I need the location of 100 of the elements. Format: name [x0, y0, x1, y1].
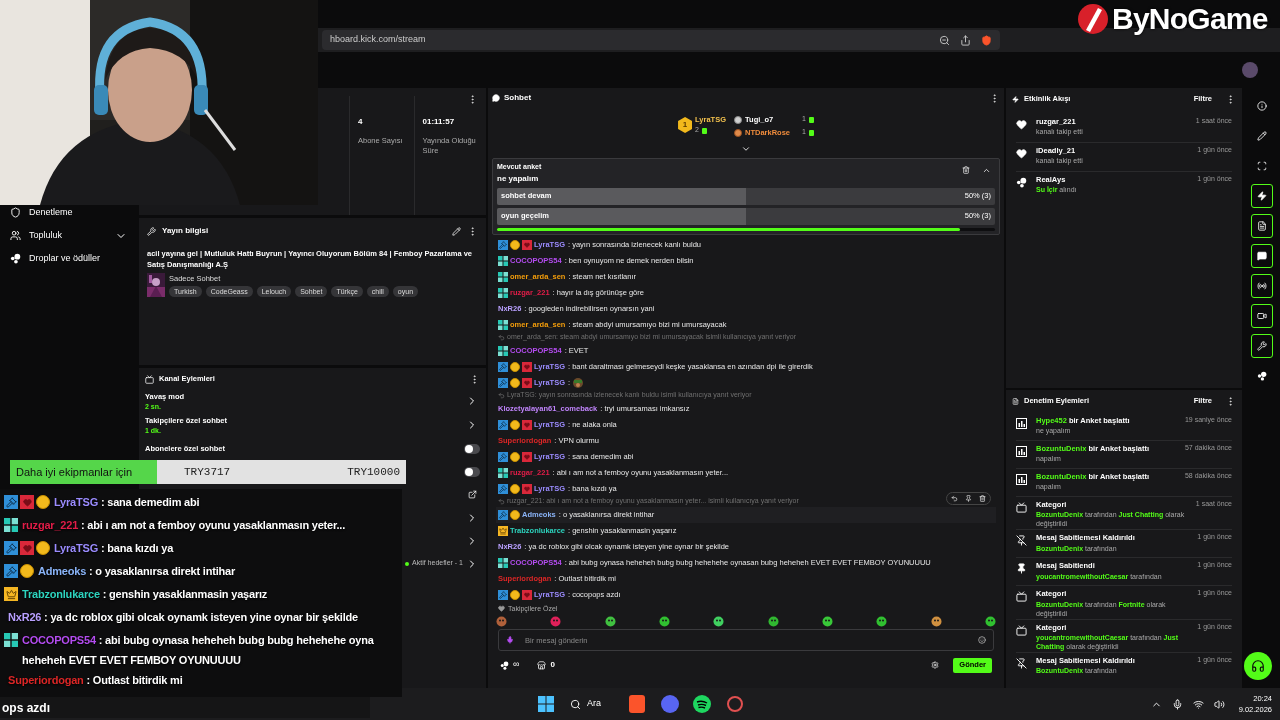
- emote-icon[interactable]: [550, 615, 562, 627]
- url-text: hboard.kick.com/stream: [330, 33, 427, 47]
- start-icon[interactable]: [538, 696, 554, 712]
- reply-arrow-icon: [498, 498, 505, 505]
- pin-icon[interactable]: [965, 495, 972, 502]
- toggle-switch[interactable]: [464, 466, 480, 477]
- hammer-badge-icon: [498, 239, 508, 250]
- emote-icon[interactable]: [876, 615, 888, 627]
- taskbar-search[interactable]: Ara: [564, 697, 607, 711]
- share-icon[interactable]: [960, 34, 971, 46]
- network-icon[interactable]: [1192, 698, 1204, 710]
- logo-icon: [1076, 2, 1110, 36]
- rail-button[interactable]: [1251, 244, 1273, 268]
- edit-icon: [1257, 131, 1267, 141]
- address-bar[interactable]: hboard.kick.com/stream: [322, 30, 1000, 50]
- emote-icon[interactable]: [930, 615, 942, 627]
- hammer-badge-icon: [4, 541, 18, 555]
- points-icon: [500, 660, 509, 670]
- focus-icon: [1257, 161, 1267, 171]
- rail-button[interactable]: [1251, 334, 1273, 358]
- reply-arrow-icon: [498, 392, 505, 399]
- coin-badge-icon: [510, 239, 520, 250]
- chat-message: LyraTSG : bana kızdı ya: [53, 541, 174, 556]
- users-icon: [10, 230, 21, 241]
- points-value: ∞: [513, 658, 520, 672]
- og-badge-icon: [498, 345, 508, 356]
- volume-icon[interactable]: [1213, 698, 1225, 710]
- coin-badge-icon: [510, 419, 520, 430]
- sidebar-item[interactable]: Droplar ve ödüller: [8, 248, 129, 269]
- chat-icon: [492, 94, 500, 102]
- chat-username: Admeoks: [38, 565, 87, 577]
- logo-text: ByNoGame: [1112, 4, 1268, 34]
- emote-icon[interactable]: [984, 615, 996, 627]
- goal-label: Daha iyi ekipmanlar için: [15, 464, 134, 480]
- coin-badge-icon: [510, 361, 520, 372]
- shield-icon: [10, 207, 21, 218]
- shield-icon[interactable]: [981, 34, 992, 46]
- support-button[interactable]: [1244, 652, 1272, 680]
- og-badge-icon: [498, 271, 508, 282]
- chat-icon: [1257, 251, 1267, 261]
- chat-message: Trabzonlukarce : genshin yasaklanmasin yaşarız: [21, 587, 268, 602]
- og-badge-icon: [498, 287, 508, 298]
- hammer-badge-icon: [498, 589, 508, 600]
- info-icon: [1257, 101, 1267, 111]
- log-icon: [1012, 397, 1019, 405]
- coin-badge-icon: [510, 509, 520, 520]
- delete-icon[interactable]: [962, 166, 970, 174]
- vip-badge-icon: [522, 377, 532, 388]
- collapse-icon[interactable]: [982, 166, 991, 175]
- stat-value: 01:11:57: [422, 116, 456, 128]
- music-app-icon[interactable]: [693, 695, 711, 713]
- vip-badge-icon: [522, 589, 532, 600]
- drops-icon: [1257, 371, 1267, 381]
- og-badge-icon: [498, 319, 508, 330]
- rail-button[interactable]: [1251, 184, 1273, 208]
- external-link-icon[interactable]: [467, 490, 477, 499]
- pin-icon: [1016, 563, 1027, 575]
- og-badge-icon: [498, 255, 508, 266]
- rail-button[interactable]: [1251, 304, 1273, 328]
- search-icon: [570, 698, 581, 710]
- poll-question: ne yapalım: [497, 172, 540, 185]
- vip-badge-icon: [20, 495, 34, 509]
- expand-icon[interactable]: [741, 144, 751, 154]
- shop-icon[interactable]: [537, 660, 547, 670]
- reply-icon[interactable]: [951, 495, 958, 502]
- hammer-badge-icon: [498, 509, 508, 520]
- chat-username: LyraTSG: [54, 542, 99, 554]
- category-icon: [1016, 591, 1027, 603]
- emote-icon[interactable]: [659, 615, 670, 627]
- avatar[interactable]: [1242, 62, 1258, 78]
- sidebar-item[interactable]: Topluluk: [8, 225, 129, 246]
- toggle-switch[interactable]: [464, 443, 480, 454]
- edit-icon[interactable]: [452, 226, 461, 236]
- panel-title: Sohbet: [504, 92, 533, 104]
- sidebar-item[interactable]: Denetleme: [8, 202, 129, 223]
- chat-username: COCOPOPS54: [22, 634, 96, 646]
- emote-icon[interactable]: [713, 615, 725, 627]
- emote-icon[interactable]: [821, 615, 833, 627]
- category-icon: [1016, 624, 1027, 636]
- coin-badge-icon: [510, 589, 520, 600]
- emoji-icon[interactable]: [978, 636, 986, 644]
- rail-button[interactable]: [1251, 214, 1273, 238]
- emote-icon[interactable]: [496, 615, 507, 627]
- emote-icon[interactable]: [767, 615, 779, 627]
- og-badge-icon: [4, 518, 18, 532]
- chat-message: COCOPOPS54 : abi bubg oynasa heheheh bubg bubg hehehehe oyna heheheh EVET EVET FEMBOY OYUNUUUU: [21, 633, 375, 668]
- chat-username: ruzgar_221: [22, 519, 79, 531]
- emote-icon[interactable]: [604, 615, 616, 627]
- panel-title: Yayın bilgisi: [162, 225, 210, 237]
- app-icon[interactable]: [727, 696, 743, 712]
- zoom-out-icon[interactable]: [939, 34, 950, 46]
- rail-button[interactable]: [1251, 274, 1273, 298]
- settings-icon[interactable]: [931, 661, 940, 669]
- mic-icon[interactable]: [1171, 698, 1183, 710]
- vip-badge-icon: [522, 419, 532, 430]
- hammer-badge-icon: [498, 361, 508, 372]
- poll-icon: [1016, 474, 1027, 485]
- message-text: ops azdı: [2, 699, 50, 717]
- delete-icon[interactable]: [979, 495, 986, 502]
- poll-icon: [1016, 418, 1027, 429]
